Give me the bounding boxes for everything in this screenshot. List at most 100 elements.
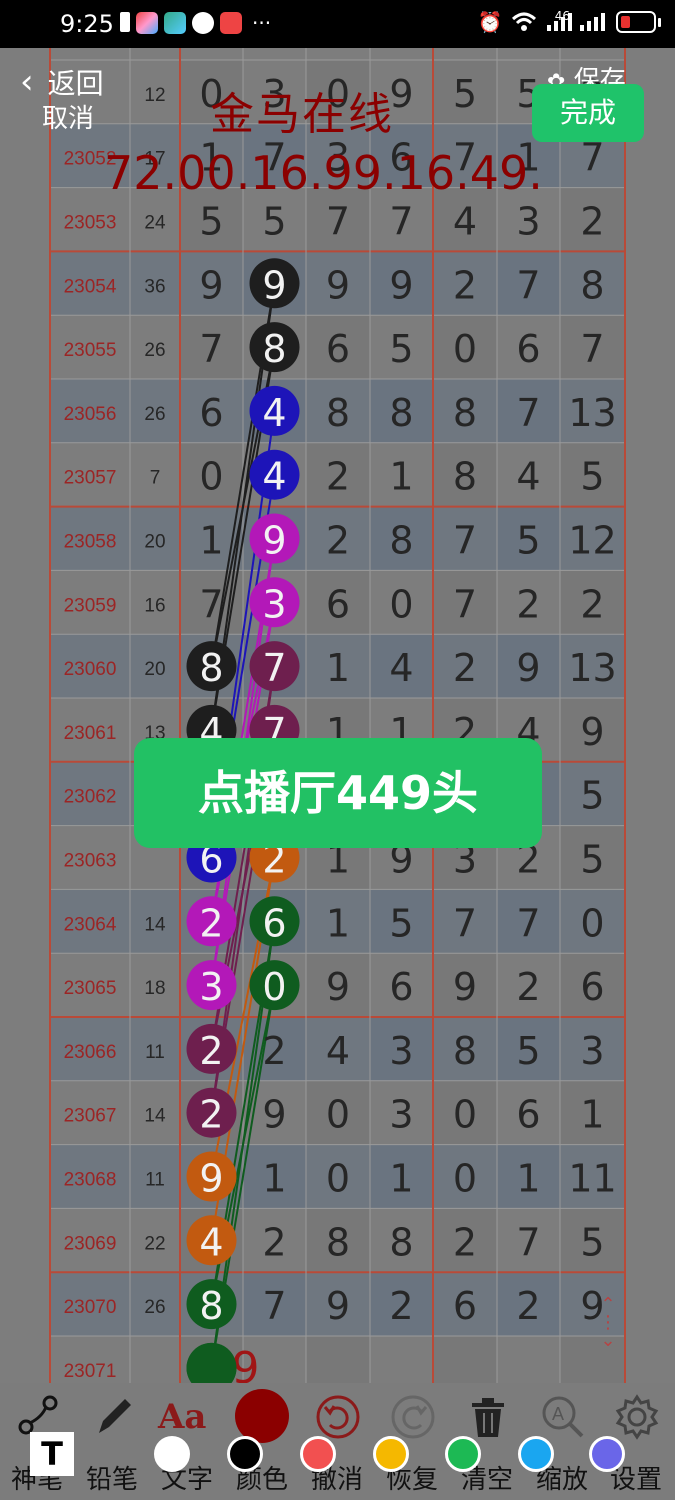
issue-number: 23053 — [64, 213, 117, 234]
issue-number: 23059 — [64, 595, 117, 616]
sum-value: 36 — [144, 276, 165, 297]
sum-value: 16 — [144, 595, 165, 616]
digit-cell: 9 — [326, 263, 350, 307]
color-dot-icon — [235, 1389, 289, 1443]
digit-cell: 5 — [580, 774, 604, 818]
digit-cell: 2 — [516, 965, 540, 1009]
color-swatch[interactable] — [300, 1436, 336, 1472]
digit-cell: 5 — [389, 327, 413, 371]
digit-cell: 8 — [389, 519, 413, 563]
digit-cell: 7 — [199, 327, 223, 371]
sim-icon — [120, 12, 130, 32]
digit-cell: 7 — [516, 391, 540, 435]
digit-cell: 8 — [453, 391, 477, 435]
digit-cell: 5 — [516, 519, 540, 563]
digit-cell: 9 — [389, 263, 413, 307]
pencil-icon — [99, 1399, 131, 1433]
color-swatch[interactable] — [589, 1436, 625, 1472]
digit-cell: 5 — [262, 200, 286, 244]
color-swatch[interactable] — [154, 1436, 190, 1472]
issue-number: 23067 — [64, 1106, 117, 1127]
digit-cell: 3 — [199, 965, 223, 1009]
digit-cell: 11 — [568, 1157, 616, 1201]
digit-cell: 8 — [199, 646, 223, 690]
digit-cell: 4 — [389, 646, 413, 690]
digit-cell: 6 — [199, 391, 223, 435]
digit-cell: 2 — [199, 901, 223, 945]
digit-cell: 2 — [262, 1220, 286, 1264]
digit-cell: 9 — [326, 965, 350, 1009]
sum-value: 20 — [144, 659, 165, 680]
sum-value: 14 — [144, 1106, 166, 1127]
digit-cell: 0 — [326, 1157, 350, 1201]
issue-number: 23061 — [64, 723, 117, 744]
screen: 9:25 ··· ⏰ 46 12 0 3 0 9 5 5 23052 17 1 … — [0, 0, 675, 1500]
tool-pencil[interactable]: 铅笔 — [77, 1383, 147, 1500]
color-swatch[interactable] — [227, 1436, 263, 1472]
digit-cell: 9 — [262, 1093, 286, 1137]
color-swatch[interactable] — [445, 1436, 481, 1472]
sum-value: 14 — [144, 914, 166, 935]
chevron-left-icon: ‹ — [20, 62, 34, 102]
digit-cell: 6 — [326, 582, 350, 626]
digit-cell: 5 — [453, 72, 477, 116]
scroll-handle[interactable]: ⌃ ⋮ ⌄ — [592, 1296, 624, 1350]
digit-cell: 9 — [453, 965, 477, 1009]
sum-value: 18 — [144, 978, 165, 999]
digit-cell: 2 — [199, 1093, 223, 1137]
sum-value: 26 — [144, 340, 165, 361]
status-bar: 9:25 ··· ⏰ 46 — [0, 0, 675, 48]
cancel-button[interactable]: 取消 — [42, 98, 94, 135]
wifi-icon — [511, 12, 536, 31]
notification-icons: ··· — [120, 12, 271, 34]
more-notifications-icon: ··· — [252, 11, 272, 35]
digit-cell: 1 — [389, 1157, 413, 1201]
issue-number: 23071 — [64, 1361, 117, 1382]
issue-number: 23065 — [64, 978, 117, 999]
digit-cell: 0 — [580, 901, 604, 945]
digit-cell: 1 — [580, 1093, 604, 1137]
digit-cell: 1 — [326, 646, 350, 690]
digit-cell: 6 — [453, 1284, 477, 1328]
done-button[interactable]: 完成 — [532, 84, 644, 142]
battery-cap — [658, 17, 661, 27]
digit-cell: 1 — [389, 455, 413, 499]
digit-cell: 7 — [516, 263, 540, 307]
color-swatch[interactable] — [518, 1436, 554, 1472]
digit-cell: 9 — [326, 1284, 350, 1328]
page-title: 金马在线 — [210, 89, 394, 140]
back-button[interactable]: ‹ 返回 取消 — [20, 62, 104, 134]
digit-cell: 1 — [199, 519, 223, 563]
digit-cell: 4 — [262, 455, 286, 499]
issue-number: 23054 — [64, 276, 117, 297]
digit-cell: 6 — [389, 965, 413, 1009]
zoom-icon: A — [542, 1396, 584, 1438]
digit-cell: 8 — [262, 327, 286, 371]
digit-cell: 2 — [516, 1284, 540, 1328]
color-swatch[interactable] — [373, 1436, 409, 1472]
issue-number: 23058 — [64, 532, 117, 553]
digit-cell: 7 — [262, 646, 286, 690]
digit-cell: 8 — [199, 1284, 223, 1328]
app-notification-icon — [220, 12, 242, 34]
trash-icon — [472, 1398, 504, 1437]
chevron-down-icon: ⌄ — [600, 1330, 616, 1351]
digit-cell: 9 — [199, 263, 223, 307]
digit-cell: 6 — [516, 1093, 540, 1137]
digit-cell: 6 — [516, 327, 540, 371]
digit-cell: 4 — [199, 1220, 223, 1264]
digit-cell: 12 — [568, 519, 616, 563]
issue-number: 23062 — [64, 787, 117, 808]
text-tool-button[interactable]: T — [30, 1432, 74, 1476]
digit-cell: 8 — [389, 1220, 413, 1264]
sum-value: 7 — [150, 468, 161, 489]
digit-cell: 2 — [326, 519, 350, 563]
digit-cell: 7 — [516, 901, 540, 945]
digit-cell: 9 — [199, 1157, 223, 1201]
digit-cell: 7 — [389, 200, 413, 244]
digit-cell: 7 — [199, 582, 223, 626]
digit-cell: 2 — [516, 582, 540, 626]
digit-cell: 0 — [453, 327, 477, 371]
page-subtitle: 72.00.16.99.16.49. — [104, 146, 543, 200]
digit-cell: 8 — [326, 391, 350, 435]
